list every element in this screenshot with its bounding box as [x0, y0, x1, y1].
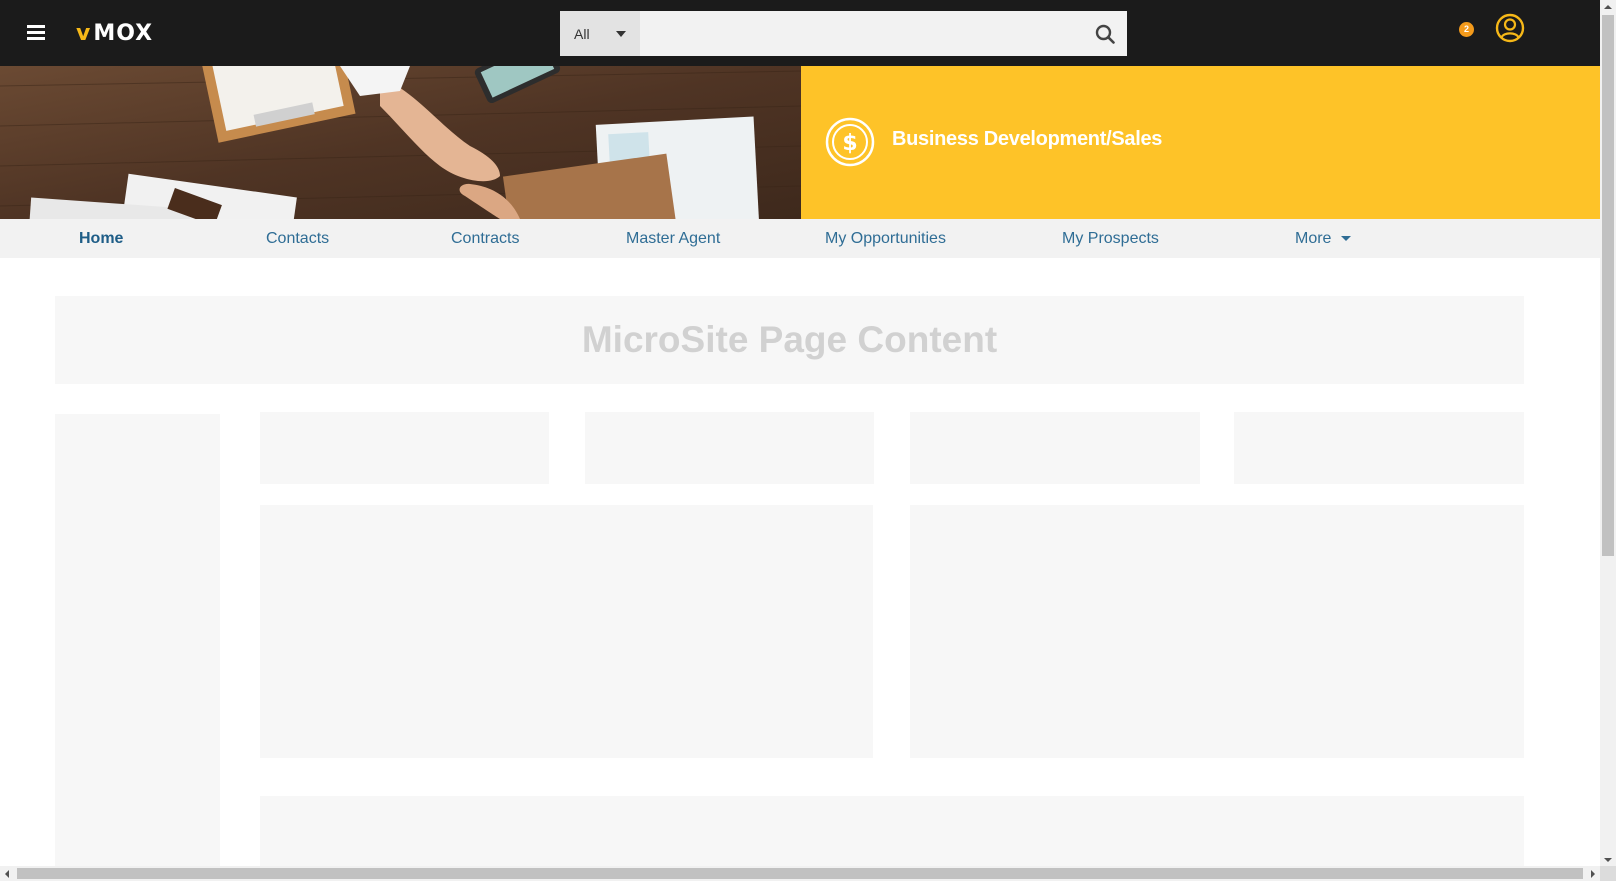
hero-section: $ Business Development/Sales	[0, 66, 1600, 219]
scrollbar-corner	[1600, 866, 1616, 881]
page-content-title: MicroSite Page Content	[581, 319, 998, 360]
nav-more-label: More	[1295, 230, 1332, 247]
scroll-up-icon[interactable]	[1604, 5, 1612, 9]
browser-viewport: v MOX All 2 $ Business Development/Sales…	[0, 0, 1616, 881]
user-avatar-icon[interactable]	[1495, 13, 1525, 43]
search-bar: All	[560, 11, 1127, 56]
logo-text: MOX	[93, 20, 154, 46]
menu-icon[interactable]	[27, 25, 45, 41]
vertical-scrollbar[interactable]	[1600, 0, 1616, 866]
horizontal-scrollbar[interactable]	[0, 866, 1600, 881]
sidebar-placeholder	[55, 414, 220, 866]
top-bar: v MOX All 2	[0, 0, 1600, 66]
notification-badge[interactable]: 2	[1459, 22, 1474, 37]
widget-placeholder	[910, 412, 1200, 484]
scroll-right-icon[interactable]	[1591, 870, 1595, 878]
app-logo[interactable]: v MOX	[76, 18, 153, 48]
search-input[interactable]	[640, 11, 1083, 56]
nav-item-my-opportunities[interactable]: My Opportunities	[825, 219, 946, 258]
search-button[interactable]	[1083, 11, 1127, 56]
search-scope-dropdown[interactable]: All	[560, 11, 640, 56]
nav-item-contacts[interactable]: Contacts	[266, 219, 329, 258]
nav-item-contracts[interactable]: Contracts	[451, 219, 519, 258]
chevron-down-icon	[1341, 236, 1352, 242]
hero-banner: $ Business Development/Sales	[801, 66, 1600, 219]
content-title-box: MicroSite Page Content	[55, 296, 1524, 384]
scrollbar-thumb[interactable]	[1602, 15, 1614, 556]
svg-text:$: $	[842, 131, 857, 156]
hero-title: Business Development/Sales	[892, 128, 1163, 150]
search-scope-label: All	[574, 25, 590, 42]
widget-placeholder	[585, 412, 874, 484]
scrollbar-thumb[interactable]	[17, 868, 1583, 879]
scroll-left-icon[interactable]	[5, 870, 9, 878]
nav-item-my-prospects[interactable]: My Prospects	[1062, 219, 1159, 258]
nav-item-more[interactable]: More	[1295, 219, 1352, 258]
scroll-down-icon[interactable]	[1604, 858, 1612, 862]
widget-placeholder	[1234, 412, 1524, 484]
search-icon	[1095, 24, 1115, 44]
chevron-down-icon	[615, 30, 626, 37]
nav-item-master-agent[interactable]: Master Agent	[626, 219, 720, 258]
hero-image	[0, 66, 801, 219]
nav-item-home[interactable]: Home	[79, 219, 123, 258]
primary-nav: Home Contacts Contracts Master Agent My …	[0, 219, 1600, 258]
widget-placeholder	[260, 412, 549, 484]
panel-placeholder	[260, 505, 873, 758]
panel-placeholder	[910, 505, 1524, 758]
logo-mark: v	[76, 20, 92, 46]
panel-placeholder	[260, 796, 1524, 866]
dollar-icon: $	[825, 117, 875, 167]
